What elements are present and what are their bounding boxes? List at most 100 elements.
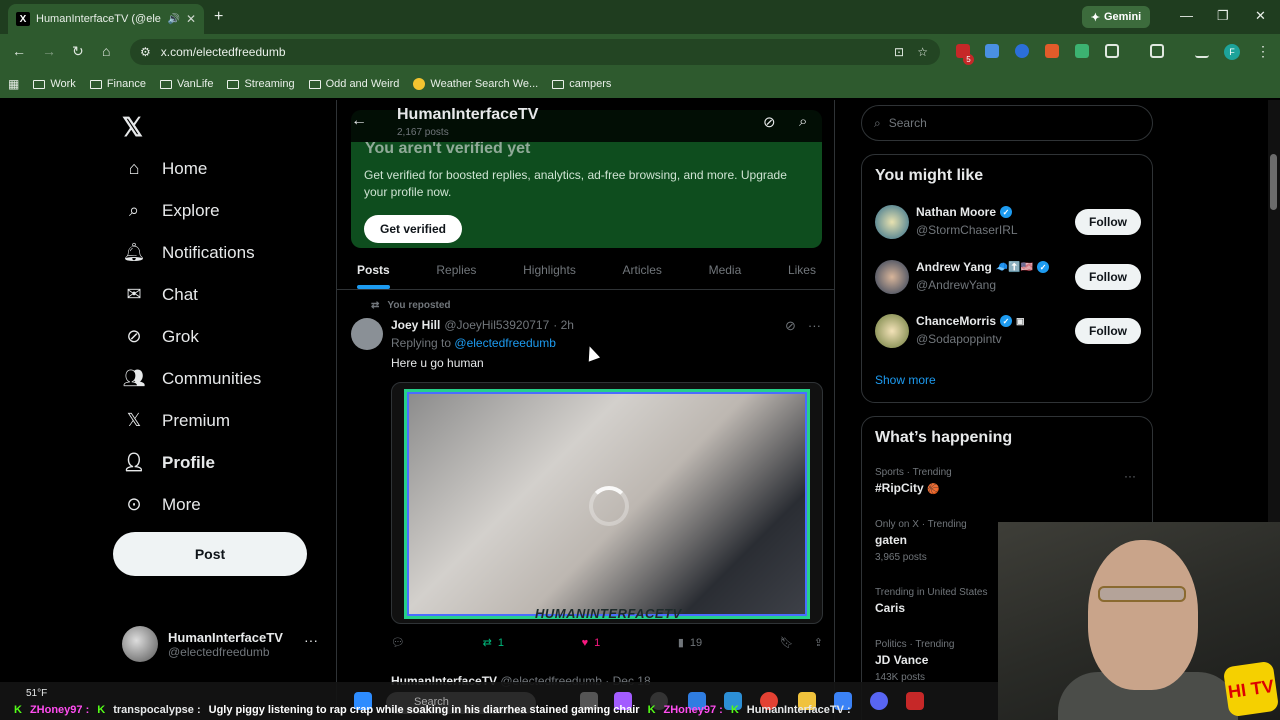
reload-icon[interactable]: ↻ xyxy=(72,43,84,60)
trend-item[interactable]: Sports · Trending #RipCity 🏀 xyxy=(875,467,952,495)
bookmark-campers[interactable]: campers xyxy=(552,78,611,90)
grok-icon[interactable]: ⊘ xyxy=(785,318,796,334)
close-tab-icon[interactable]: ✕ xyxy=(186,12,196,26)
translate-icon[interactable] xyxy=(985,44,999,58)
nav-premium[interactable]: 𝕏 Premium xyxy=(122,410,230,431)
basketball-icon: 🏀 xyxy=(927,484,940,495)
nav-chat[interactable]: ✉ Chat xyxy=(122,284,197,305)
suggestion-item[interactable]: Nathan Moore ✓ @StormChaserIRL Follow xyxy=(875,203,1141,243)
like-button[interactable]: ♥ 1 xyxy=(582,636,601,649)
trend-meta: Politics · Trending xyxy=(875,639,955,650)
speaker-icon[interactable]: 🔊 xyxy=(167,14,179,25)
bookmark-weather[interactable]: Weather Search We... xyxy=(413,78,538,90)
back-arrow-icon[interactable]: ← xyxy=(351,112,367,130)
back-icon[interactable]: ← xyxy=(12,43,26,59)
new-tab-icon[interactable]: + xyxy=(214,8,223,26)
weather-widget[interactable]: 51°F xyxy=(26,688,47,699)
nav-communities[interactable]: 👥︎ Communities xyxy=(122,368,262,389)
get-verified-button[interactable]: Get verified xyxy=(364,215,462,243)
views-button[interactable]: ▮ 19 xyxy=(678,636,702,650)
nav-notifications[interactable]: 🔔︎ Notifications xyxy=(122,242,255,263)
bookmark-finance[interactable]: Finance xyxy=(89,78,146,90)
profile-tabs: Posts Replies Highlights Articles Media … xyxy=(337,252,834,290)
reply-button[interactable]: 💬︎ xyxy=(391,636,405,649)
nav-home[interactable]: ⌂ Home xyxy=(122,158,208,179)
extension-orange-icon[interactable] xyxy=(1045,44,1059,58)
tab-search-icon[interactable] xyxy=(1150,44,1164,58)
suggestion-item[interactable]: ChanceMorris ✓ ▣ @Sodapoppintv Follow xyxy=(875,312,1141,352)
tab-highlights[interactable]: Highlights xyxy=(523,252,576,289)
trend-item[interactable]: Politics · Trending JD Vance 143K posts xyxy=(875,639,954,683)
tweet-video[interactable]: HUMANINTERFACETV xyxy=(391,382,823,624)
chat-username: HumanInterfaceTV : xyxy=(746,704,851,716)
search-input[interactable]: ⌕ Search xyxy=(861,105,1153,141)
url-field[interactable]: ⚙ x.com/electedfreedumb ⊡ ☆ xyxy=(130,39,940,65)
weather-icon xyxy=(413,78,426,90)
show-more-link[interactable]: Show more xyxy=(875,373,936,387)
nav-profile[interactable]: 👤︎ Profile xyxy=(122,452,215,473)
tab-media[interactable]: Media xyxy=(709,252,742,289)
tab-replies[interactable]: Replies xyxy=(436,252,476,289)
bookmark-label: Weather Search We... xyxy=(430,78,539,90)
forward-icon[interactable]: → xyxy=(42,43,56,59)
grok-icon[interactable]: ⊘ xyxy=(763,113,776,131)
bookmark-odd-and-weird[interactable]: Odd and Weird xyxy=(308,78,399,90)
site-info-icon[interactable]: ⚙ xyxy=(140,45,151,59)
scroll-thumb[interactable] xyxy=(1270,154,1277,210)
apps-grid-icon[interactable]: ▦ xyxy=(8,77,19,91)
share-icon[interactable]: ⇪ xyxy=(814,636,823,649)
tweet-author[interactable]: Joey Hill xyxy=(391,318,440,332)
more-icon[interactable]: ··· xyxy=(808,318,821,334)
shield-icon[interactable] xyxy=(1075,44,1089,58)
avatar[interactable] xyxy=(351,318,383,350)
search-icon[interactable]: ⌕ xyxy=(799,113,807,130)
communities-icon: 👥︎ xyxy=(122,368,146,388)
bookmark-vanlife[interactable]: VanLife xyxy=(159,78,213,90)
trend-more-icon[interactable]: ··· xyxy=(1124,469,1136,483)
gemini-button[interactable]: ✦ Gemini xyxy=(1082,6,1150,28)
post-button[interactable]: Post xyxy=(113,532,307,576)
minimize-icon[interactable]: — xyxy=(1180,8,1193,23)
install-icon[interactable]: ⊡ xyxy=(894,45,904,59)
restore-icon[interactable]: ❐ xyxy=(1217,8,1229,24)
bookmark-star-icon[interactable]: ☆ xyxy=(917,45,928,59)
account-switcher[interactable]: HumanInterfaceTV @electedfreedumb xyxy=(122,626,283,662)
follow-button[interactable]: Follow xyxy=(1075,264,1141,290)
account-more-icon[interactable]: ··· xyxy=(304,632,318,648)
suggestion-item[interactable]: Andrew Yang 🧢⬆️🇺🇸 ✓ @AndrewYang Follow xyxy=(875,258,1141,298)
folder-icon xyxy=(308,79,321,89)
nav-explore[interactable]: ⌕ Explore xyxy=(122,200,220,221)
browser-tab[interactable]: X HumanInterfaceTV (@electe 🔊 ✕ xyxy=(8,4,204,34)
repost-button[interactable]: ⇄ 1 xyxy=(483,636,504,650)
follow-button[interactable]: Follow xyxy=(1075,209,1141,235)
video-frame[interactable]: HUMANINTERFACETV xyxy=(404,389,810,621)
bookmark-work[interactable]: Work xyxy=(33,78,76,90)
repost-count: 1 xyxy=(497,636,504,649)
bookmark-streaming[interactable]: Streaming xyxy=(227,78,295,90)
trend-item[interactable]: Trending in United States Caris xyxy=(875,587,987,615)
nav-more[interactable]: ⊙ More xyxy=(122,494,200,515)
x-logo-icon[interactable]: 𝕏 xyxy=(122,112,143,143)
bookmark-label: campers xyxy=(569,78,612,90)
grok-icon: ⊘ xyxy=(126,326,142,346)
tab-articles[interactable]: Articles xyxy=(623,252,662,289)
bookmark-button[interactable]: 🔖︎ ⇪ xyxy=(780,636,823,649)
tweet-handle[interactable]: @JoeyHil53920717 xyxy=(444,318,549,332)
media-control-icon[interactable] xyxy=(1195,44,1209,58)
suggestion-name: ChanceMorris ✓ ▣ xyxy=(916,314,1025,328)
audio-extension-icon[interactable] xyxy=(1015,44,1029,58)
follow-button[interactable]: Follow xyxy=(1075,318,1141,344)
puzzle-icon[interactable] xyxy=(1105,44,1119,58)
home-browser-icon[interactable]: ⌂ xyxy=(102,43,110,59)
profile-avatar-icon[interactable]: F xyxy=(1224,44,1240,60)
browser-menu-icon[interactable]: ⋮ xyxy=(1256,43,1270,60)
nav-grok[interactable]: ⊘ Grok xyxy=(122,326,198,347)
tab-likes[interactable]: Likes xyxy=(788,252,816,289)
replying-to-link[interactable]: @electedfreedumb xyxy=(454,336,556,350)
repost-icon: ⇄ xyxy=(371,300,380,311)
tab-posts[interactable]: Posts xyxy=(357,252,390,289)
tweet-time[interactable]: · 2h xyxy=(553,318,574,332)
trend-item[interactable]: Only on X · Trending gaten 3,965 posts xyxy=(875,519,967,563)
trend-meta: Sports · Trending xyxy=(875,467,952,478)
close-window-icon[interactable]: ✕ xyxy=(1255,8,1266,24)
